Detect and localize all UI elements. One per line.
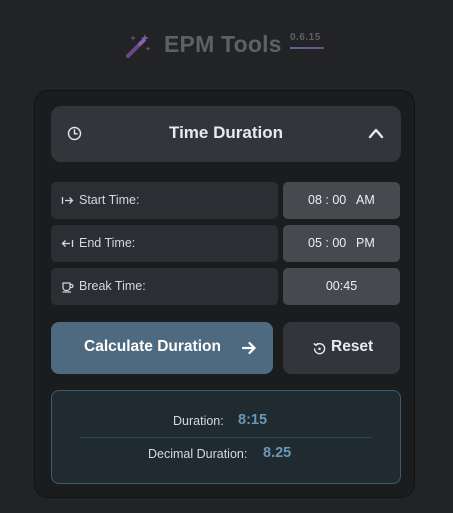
- start-time-period[interactable]: AM: [356, 193, 375, 207]
- end-time-period[interactable]: PM: [356, 236, 375, 250]
- app-title: EPM Tools: [164, 31, 282, 57]
- section-title: Time Duration: [169, 123, 283, 142]
- end-time-label-box: End Time:: [51, 225, 278, 262]
- calculate-duration-button[interactable]: Calculate Duration: [51, 322, 273, 374]
- app-header: EPM Tools 0.6.15: [0, 26, 453, 66]
- version-badge: 0.6.15: [290, 32, 321, 43]
- start-time-label-box: Start Time:: [51, 182, 278, 219]
- magic-wand-icon: [126, 34, 151, 58]
- time-duration-panel: Time Duration Start Time: 08 : 00 AM End…: [34, 90, 415, 498]
- arrow-right-icon: [241, 341, 256, 355]
- decimal-duration-label: Decimal Duration:: [148, 447, 248, 461]
- version-underline: [290, 47, 324, 49]
- break-time-input[interactable]: 00:45: [283, 268, 400, 305]
- reset-button[interactable]: Reset: [283, 322, 400, 374]
- reset-icon: [313, 342, 326, 355]
- end-time-value[interactable]: 05 : 00: [308, 236, 346, 250]
- duration-value: 8:15: [238, 412, 268, 428]
- coffee-cup-icon: [62, 282, 74, 293]
- calculate-duration-label: Calculate Duration: [84, 338, 221, 355]
- break-time-label: Break Time:: [79, 279, 146, 293]
- decimal-duration-value: 8.25: [263, 445, 292, 461]
- end-time-label: End Time:: [79, 236, 136, 250]
- arrow-right-to-line-icon: [61, 197, 74, 204]
- duration-label: Duration:: [173, 414, 224, 428]
- start-time-input[interactable]: 08 : 00 AM: [283, 182, 400, 219]
- chevron-up-icon[interactable]: [368, 127, 384, 139]
- start-time-label: Start Time:: [79, 193, 140, 207]
- break-time-value[interactable]: 00:45: [283, 279, 400, 293]
- reset-label: Reset: [331, 338, 374, 355]
- results-divider: [80, 437, 372, 438]
- arrow-left-from-line-icon: [61, 240, 74, 247]
- break-time-label-box: Break Time:: [51, 268, 278, 305]
- end-time-input[interactable]: 05 : 00 PM: [283, 225, 400, 262]
- start-time-value[interactable]: 08 : 00: [308, 193, 346, 207]
- results-box: Duration: 8:15 Decimal Duration: 8.25: [51, 390, 401, 484]
- section-header-toggle[interactable]: Time Duration: [51, 106, 401, 162]
